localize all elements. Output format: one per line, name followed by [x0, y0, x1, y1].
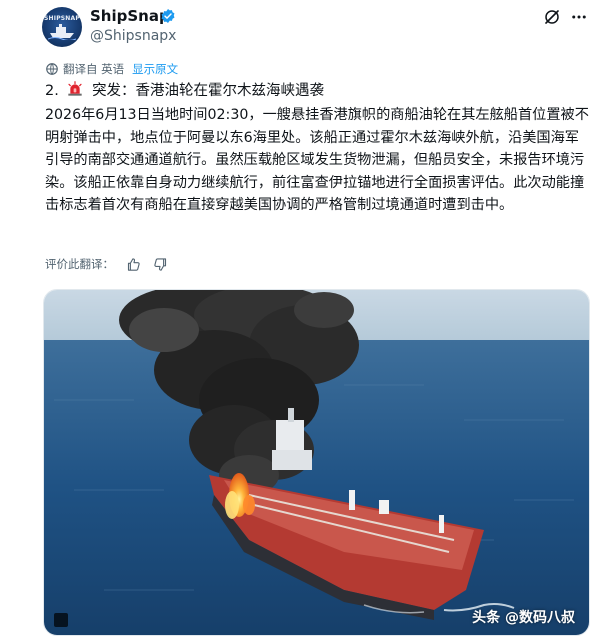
rate-translation-row: 评价此翻译： — [45, 254, 168, 274]
post-title-text: 突发：香港油轮在霍尔木兹海峡遇袭 — [92, 83, 325, 99]
translation-bar: 翻译自 英语 显示原文 — [45, 60, 178, 78]
verified-badge-icon — [161, 9, 175, 23]
rate-translation-label: 评价此翻译： — [45, 257, 114, 271]
avatar-logo-text: SHIPSNAP — [44, 15, 80, 22]
show-original-link[interactable]: 显示原文 — [132, 61, 178, 77]
display-name[interactable]: ShipSnap — [90, 7, 170, 25]
thumbs-down-button[interactable] — [153, 257, 168, 272]
translate-icon — [46, 63, 58, 75]
burning-tanker-illustration — [44, 290, 589, 635]
ship-logo-icon — [48, 24, 76, 40]
post-title-number: 2. — [45, 83, 59, 99]
post-image-burning-tanker[interactable]: 头条 @数码八叔 — [43, 289, 590, 636]
thumbs-up-icon — [127, 257, 140, 271]
thumbs-up-button[interactable] — [126, 257, 141, 272]
translation-label: 翻译自 英语 — [63, 62, 125, 76]
more-icon[interactable] — [570, 8, 588, 26]
image-watermark: 头条 @数码八叔 — [472, 610, 575, 626]
avatar[interactable]: SHIPSNAP — [42, 7, 82, 47]
siren-icon — [68, 81, 83, 96]
post-title: 2. 突发：香港油轮在霍尔木兹海峡遇袭 — [45, 79, 324, 100]
grok-icon[interactable] — [543, 8, 561, 26]
post-body-text: 2026年6月13日当地时间02:30，一艘悬挂香港旗帜的商船油轮在其左舷船首位… — [45, 107, 589, 214]
media-corner-icon — [54, 613, 68, 627]
user-handle[interactable]: @Shipsnapx — [90, 28, 176, 44]
post-page: SHIPSNAP ShipSnap @Shipsnapx 翻译自 英语 显示原文… — [0, 0, 600, 637]
thumbs-down-icon — [154, 257, 167, 271]
